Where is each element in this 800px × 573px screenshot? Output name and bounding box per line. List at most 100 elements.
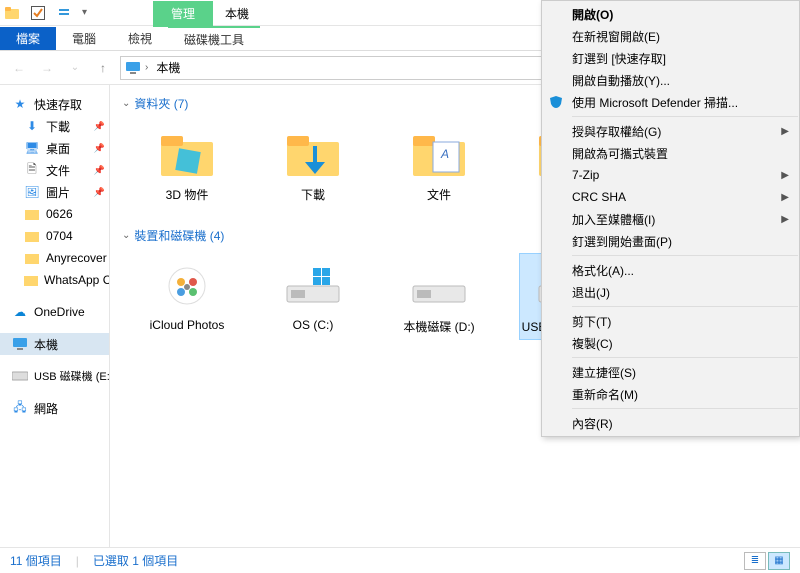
menu-defender-scan[interactable]: 使用 Microsoft Defender 掃描... [542,91,799,113]
menu-label: 在新視窗開啟(E) [572,28,660,45]
submenu-arrow-icon: ▶ [781,214,789,225]
sidebar-item-onedrive[interactable]: ☁ OneDrive [0,301,109,323]
view-icons-button[interactable]: ▦ [768,552,790,570]
sidebar-item-desktop[interactable]: 🖥 桌面 📌 [0,137,109,159]
item-label: 3D 物件 [166,186,209,203]
icloud-icon [157,258,217,314]
drive-icon [283,258,343,314]
folder-documents[interactable]: A 文件 [394,122,484,207]
sidebar-item-quick-access[interactable]: ★ 快速存取 [0,93,109,115]
pin-icon: 📌 [94,121,105,132]
group-label: 資料夾 (7) [134,95,188,112]
folder-icon [283,126,343,182]
manage-contextual-tab[interactable]: 管理 [153,1,213,27]
menu-properties[interactable]: 內容(R) [542,412,799,434]
menu-new-window[interactable]: 在新視窗開啟(E) [542,25,799,47]
tab-drive-tools[interactable]: 磁碟機工具 [168,26,260,51]
menu-label: 重新命名(M) [572,386,638,403]
sidebar-item-label: USB 磁碟機 (E:) [34,368,110,384]
download-icon: ⬇ [24,118,40,134]
menu-separator [572,255,798,256]
sidebar-item-label: WhatsApp Ch [44,273,110,287]
qat-overflow-icon[interactable]: ▾ [82,7,87,18]
menu-pin-to-start[interactable]: 釘選到開始畫面(P) [542,230,799,252]
address-segment[interactable]: 本機 [152,57,184,78]
menu-rename[interactable]: 重新命名(M) [542,383,799,405]
menu-pin-quick-access[interactable]: 釘選到 [快速存取] [542,47,799,69]
folder-3d-objects[interactable]: 3D 物件 [142,122,232,207]
menu-label: 開啟為可攜式裝置 [572,145,668,162]
sidebar-item-whatsapp[interactable]: WhatsApp Ch [0,269,109,291]
sidebar-item-network[interactable]: 🖧 網路 [0,397,109,419]
menu-crc-sha[interactable]: CRC SHA▶ [542,186,799,208]
shield-icon [548,94,564,110]
status-selected-count: 已選取 1 個項目 [93,552,178,569]
sidebar-item-anyrecover[interactable]: Anyrecover [0,247,109,269]
drive-d[interactable]: 本機磁碟 (D:) [394,254,484,339]
menu-label: 釘選到開始畫面(P) [572,233,672,250]
contextual-tabs: 管理 本機 [153,1,261,27]
sidebar-item-documents[interactable]: 🗎 文件 📌 [0,159,109,181]
separator: | [76,554,79,568]
network-icon: 🖧 [12,400,28,416]
view-details-button[interactable]: ≣ [744,552,766,570]
menu-grant-access[interactable]: 授與存取權給(G) ▶ [542,120,799,142]
folder-downloads[interactable]: 下載 [268,122,358,207]
tab-view[interactable]: 檢視 [112,27,168,50]
tab-computer[interactable]: 電腦 [56,27,112,50]
item-label: OS (C:) [293,318,334,332]
menu-portable-device[interactable]: 開啟為可攜式裝置 [542,142,799,164]
menu-cut[interactable]: 剪下(T) [542,310,799,332]
menu-label: 建立捷徑(S) [572,364,636,381]
menu-label: 7-Zip [572,168,599,182]
drive-icon [409,258,469,314]
sidebar-item-0626[interactable]: 0626 [0,203,109,225]
submenu-arrow-icon: ▶ [781,126,789,137]
menu-autoplay[interactable]: 開啟自動播放(Y)... [542,69,799,91]
menu-label: 授與存取權給(G) [572,123,661,140]
menu-label: 剪下(T) [572,313,611,330]
dropdown-icon[interactable] [56,5,72,21]
checkbox-icon[interactable] [30,5,46,21]
menu-add-to-media-library[interactable]: 加入至媒體櫃(I)▶ [542,208,799,230]
tab-file[interactable]: 檔案 [0,27,56,50]
menu-label: 開啟自動播放(Y)... [572,72,670,89]
sidebar-item-label: 網路 [34,400,58,417]
sidebar-item-label: 文件 [46,162,70,179]
menu-create-shortcut[interactable]: 建立捷徑(S) [542,361,799,383]
menu-eject[interactable]: 退出(J) [542,281,799,303]
back-button[interactable]: ← [8,57,30,79]
pictures-icon: 🖼 [24,184,40,200]
pc-icon [125,60,141,76]
folder-icon [24,272,38,288]
menu-separator [572,306,798,307]
menu-7zip[interactable]: 7-Zip▶ [542,164,799,186]
menu-separator [572,116,798,117]
menu-copy[interactable]: 複製(C) [542,332,799,354]
item-label: iCloud Photos [150,318,225,332]
menu-label: 開啟(O) [572,6,613,23]
recent-dropdown-icon[interactable]: ⌄ [64,57,86,79]
folder-icon [4,5,20,21]
chevron-down-icon: ⌄ [122,98,130,109]
sidebar-item-downloads[interactable]: ⬇ 下載 📌 [0,115,109,137]
drive-icloud[interactable]: iCloud Photos [142,254,232,339]
item-label: 文件 [427,186,451,203]
submenu-arrow-icon: ▶ [781,192,789,203]
up-button[interactable]: ↑ [92,57,114,79]
documents-icon: 🗎 [24,162,40,178]
menu-separator [572,408,798,409]
pin-icon: 📌 [94,165,105,176]
drive-os-c[interactable]: OS (C:) [268,254,358,339]
forward-button[interactable]: → [36,57,58,79]
menu-open[interactable]: 開啟(O) [542,3,799,25]
sidebar-item-usb[interactable]: USB 磁碟機 (E:) [0,365,109,387]
chevron-right-icon[interactable]: › [145,62,148,73]
folder-icon: A [409,126,469,182]
menu-format[interactable]: 格式化(A)... [542,259,799,281]
sidebar-item-pictures[interactable]: 🖼 圖片 📌 [0,181,109,203]
drive-icon [12,368,28,384]
sidebar-item-0704[interactable]: 0704 [0,225,109,247]
status-bar: 11 個項目 | 已選取 1 個項目 ≣ ▦ [0,547,800,573]
sidebar-item-this-pc[interactable]: 本機 [0,333,109,355]
